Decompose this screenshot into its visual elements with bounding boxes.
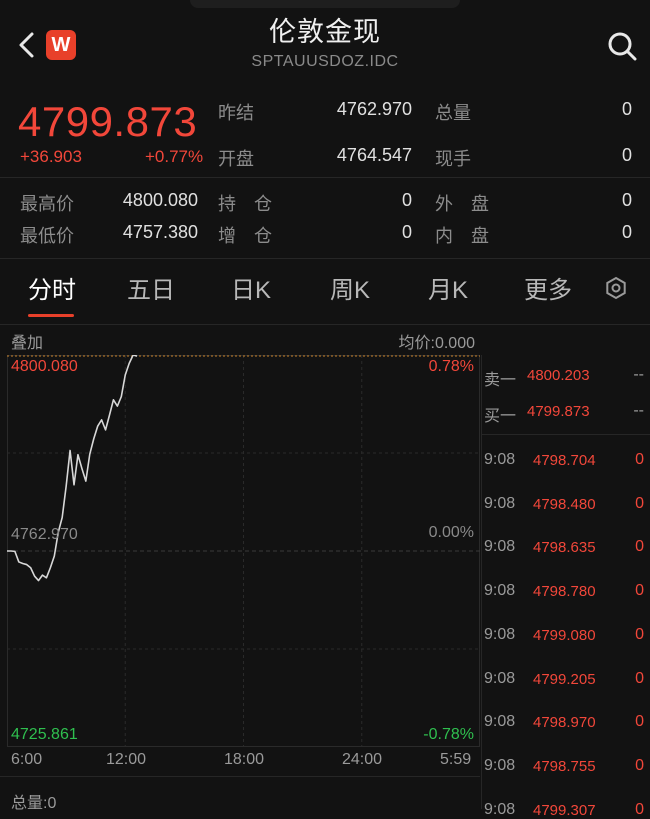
- trade-volume: 0: [635, 669, 644, 687]
- trade-time: 9:08: [484, 713, 516, 731]
- search-icon[interactable]: [606, 30, 638, 62]
- low-label: 最低价: [20, 226, 74, 246]
- position-label: 持 仓: [218, 194, 272, 214]
- trade-time: 9:08: [484, 451, 516, 468]
- prev-settle-label: 昨结: [218, 103, 254, 123]
- y-axis-max-label: 4800.080: [11, 358, 78, 375]
- price-change-percent: +0.77%: [145, 147, 204, 166]
- divider: [0, 776, 480, 777]
- x-axis-tick-label: 18:00: [224, 751, 265, 768]
- tab-daily-k[interactable]: 日K: [231, 270, 271, 305]
- bid1-volume: --: [633, 402, 644, 419]
- trade-volume: 0: [635, 538, 644, 556]
- high-label: 最高价: [20, 194, 74, 214]
- x-axis-tick-label: 12:00: [106, 751, 147, 768]
- total-volume-label: 总量: [435, 103, 471, 123]
- open-value: 4764.547: [336, 145, 412, 165]
- y-axis-min-label: 4725.861: [11, 726, 78, 743]
- outer-volume-value: 0: [621, 190, 632, 210]
- bid1-price: 4799.873: [527, 403, 590, 420]
- y-axis-min-pct-label: -0.78%: [423, 726, 474, 743]
- outer-volume-label: 外 盘: [435, 194, 489, 214]
- bid1-label: 买一: [484, 408, 517, 425]
- trade-time: 9:08: [484, 582, 516, 600]
- overlay-button[interactable]: 叠加: [11, 329, 43, 353]
- trade-time: 9:08: [484, 494, 516, 512]
- trade-volume: 0: [635, 451, 644, 468]
- trade-time: 9:08: [484, 756, 516, 774]
- page-title: 伦敦金现: [269, 17, 381, 47]
- trade-volume: 0: [635, 582, 644, 600]
- orderbook-divider: [481, 355, 482, 809]
- trade-volume: 0: [635, 713, 644, 731]
- prev-settle-value: 4762.970: [336, 99, 412, 119]
- tab-monthly-k[interactable]: 月K: [428, 270, 468, 305]
- chart-settings-icon[interactable]: [604, 276, 628, 300]
- ask1-volume: --: [633, 366, 644, 383]
- trade-price: 4798.970: [533, 714, 596, 732]
- trade-price: 4798.755: [533, 757, 596, 775]
- trade-price: 4798.635: [533, 539, 596, 557]
- last-price: 4799.873: [18, 98, 198, 145]
- position-change-value: 0: [401, 222, 412, 242]
- average-price-label: 均价:0.000: [398, 335, 476, 352]
- high-value: 4800.080: [122, 190, 198, 210]
- position-change-label: 增 仓: [218, 226, 272, 246]
- inner-volume-label: 内 盘: [435, 226, 489, 246]
- trade-time: 9:08: [484, 800, 516, 818]
- tab-more[interactable]: 更多: [524, 270, 572, 305]
- tab-five-day[interactable]: 五日: [127, 270, 175, 305]
- trade-price: 4799.307: [533, 801, 596, 819]
- trade-price: 4798.704: [533, 452, 596, 469]
- ask1-label: 卖一: [484, 372, 517, 389]
- trade-volume: 0: [635, 756, 644, 774]
- trade-time: 9:08: [484, 538, 516, 556]
- low-value: 4757.380: [122, 222, 198, 242]
- volume-total-label: 总量:0: [11, 795, 57, 812]
- trade-price: 4799.080: [533, 626, 596, 644]
- divider: [0, 258, 650, 259]
- y-axis-base-label: 4762.970: [11, 526, 78, 543]
- trade-price: 4798.780: [533, 583, 596, 601]
- trade-price: 4799.205: [533, 670, 596, 688]
- price-series-line: [7, 355, 138, 582]
- y-axis-max-pct-label: 0.78%: [428, 358, 474, 375]
- total-volume-value: 0: [621, 99, 632, 119]
- open-label: 开盘: [218, 149, 254, 169]
- trade-price: 4798.480: [533, 495, 596, 513]
- status-notch: [190, 0, 460, 8]
- current-hand-value: 0: [621, 145, 632, 165]
- current-hand-label: 现手: [435, 149, 471, 169]
- trade-volume: 0: [635, 625, 644, 643]
- trade-volume: 0: [635, 494, 644, 512]
- x-axis-tick-label: 6:00: [11, 751, 43, 768]
- x-axis-tick-label: 24:00: [342, 751, 383, 768]
- symbol-code: SPTAUUSDOZ.IDC: [251, 53, 399, 70]
- x-axis-tick-label: 5:59: [440, 751, 472, 768]
- inner-volume-value: 0: [621, 222, 632, 242]
- divider: [0, 177, 650, 178]
- divider: [482, 434, 650, 435]
- position-value: 0: [401, 190, 412, 210]
- trade-time: 9:08: [484, 669, 516, 687]
- intraday-chart[interactable]: [7, 355, 480, 747]
- price-change: +36.903: [20, 147, 82, 166]
- trade-time: 9:08: [484, 625, 516, 643]
- y-axis-base-pct-label: 0.00%: [428, 524, 474, 541]
- ask1-price: 4800.203: [527, 367, 590, 384]
- tab-intraday[interactable]: 分时: [28, 270, 76, 305]
- tab-weekly-k[interactable]: 周K: [330, 270, 370, 305]
- active-tab-indicator: [28, 314, 74, 317]
- trade-volume: 0: [635, 800, 644, 818]
- divider: [0, 324, 650, 325]
